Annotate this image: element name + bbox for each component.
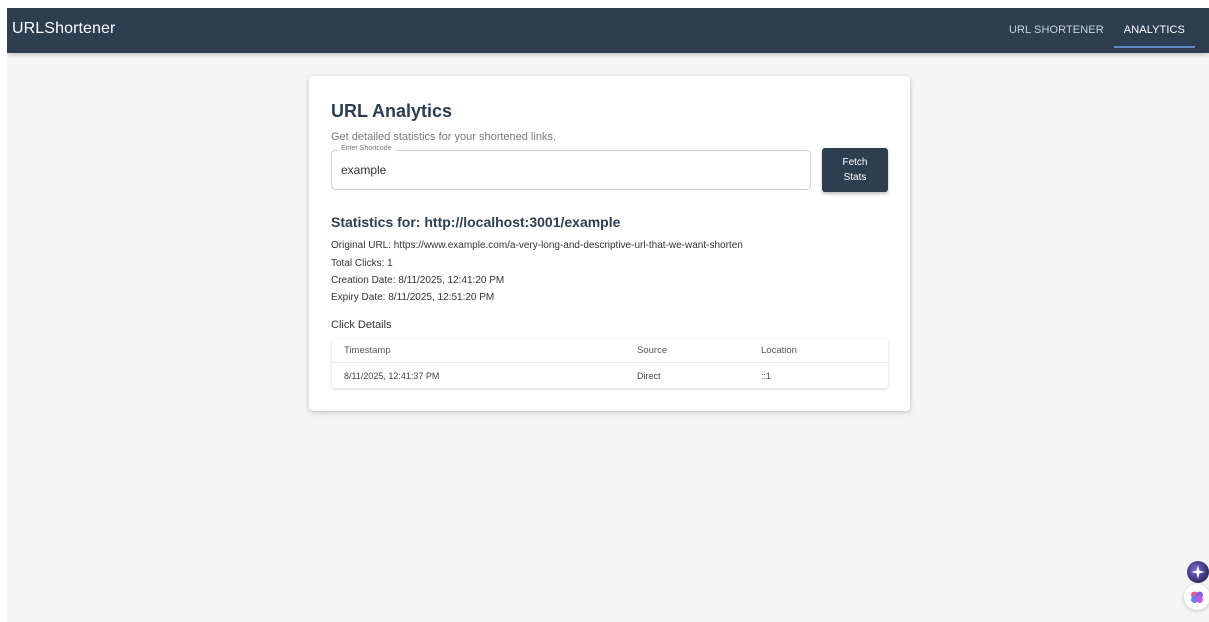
original-url: Original URL: https://www.example.com/a-… — [331, 240, 743, 251]
expiry-date: Expiry Date: 8/11/2025, 12:51:20 PM — [331, 292, 495, 303]
table-header-row: Timestamp Source Location — [332, 339, 888, 363]
shortcode-field[interactable]: Enter Shortcode — [331, 145, 811, 190]
ai-widget-button[interactable] — [1184, 584, 1209, 610]
header-timestamp: Timestamp — [344, 345, 391, 356]
sparkle-icon — [1191, 565, 1205, 579]
top-nav: URL SHORTENER ANALYTICS — [999, 8, 1196, 53]
shortcode-input[interactable] — [341, 163, 781, 177]
click-details-label: Click Details — [331, 319, 392, 331]
cell-source: Direct — [637, 371, 661, 381]
analytics-card: URL Analytics Get detailed statistics fo… — [309, 76, 910, 411]
fetch-stats-button[interactable]: Fetch Stats — [822, 148, 888, 192]
header-source: Source — [637, 345, 668, 356]
cell-timestamp: 8/11/2025, 12:41:37 PM — [344, 371, 440, 381]
browser-viewport: URLShortener URL SHORTENER ANALYTICS URL… — [7, 8, 1209, 622]
click-details-table: Timestamp Source Location 8/11/2025, 12:… — [332, 339, 888, 388]
table-row: 8/11/2025, 12:41:37 PM Direct ::1 — [332, 364, 888, 388]
brain-icon — [1191, 591, 1203, 603]
page-subtitle: Get detailed statistics for your shorten… — [331, 131, 556, 143]
page-title: URL Analytics — [331, 101, 453, 121]
shortcode-field-label: Enter Shortcode — [338, 145, 395, 152]
stats-heading: Statistics for: http://localhost:3001/ex… — [331, 214, 621, 230]
app-bar: URLShortener URL SHORTENER ANALYTICS — [7, 8, 1209, 53]
total-clicks: Total Clicks: 1 — [331, 258, 393, 269]
brand-title[interactable]: URLShortener — [12, 20, 115, 38]
assistant-widget-button[interactable] — [1187, 561, 1209, 583]
nav-url-shortener[interactable]: URL SHORTENER — [999, 8, 1114, 53]
header-location: Location — [761, 345, 797, 356]
cell-location: ::1 — [761, 371, 772, 381]
nav-analytics[interactable]: ANALYTICS — [1113, 8, 1196, 53]
creation-date: Creation Date: 8/11/2025, 12:41:20 PM — [331, 275, 505, 286]
